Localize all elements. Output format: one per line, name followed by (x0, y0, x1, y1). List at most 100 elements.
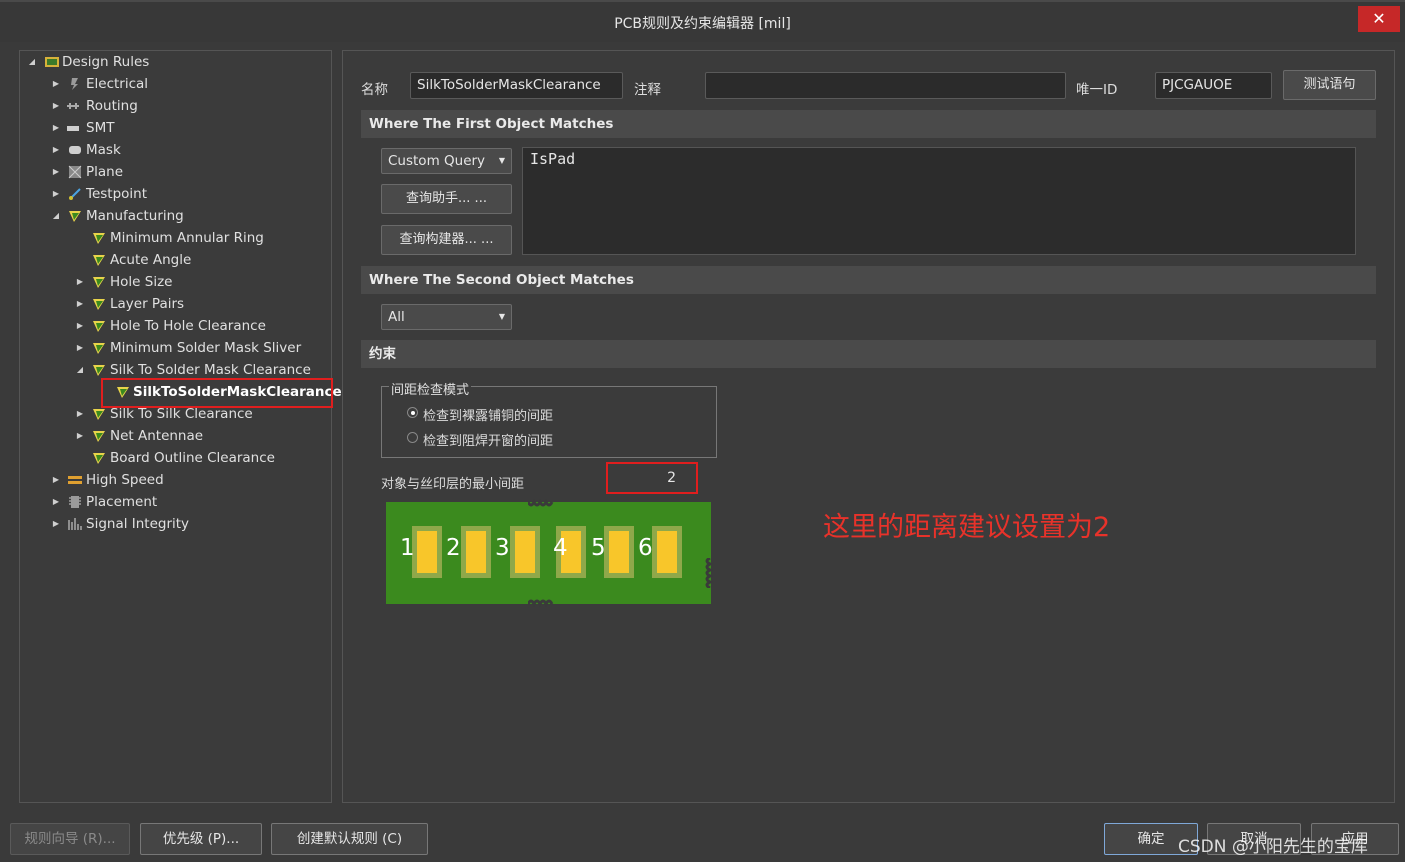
pcb-pad-illustration: 1 2 3 4 5 6 (386, 498, 714, 608)
routing-icon (67, 103, 79, 109)
testpoint-icon (69, 188, 81, 200)
pad-number: 6 (638, 535, 653, 561)
first-query-type-dropdown[interactable]: Custom Query ▼ (381, 148, 512, 174)
dropdown-value: All (388, 309, 405, 325)
manufacturing-rule-icon (93, 453, 105, 464)
expand-arrow-icon[interactable]: ▶ (51, 73, 61, 95)
board-notch-icon (528, 599, 554, 608)
signal-integrity-icon (68, 518, 82, 530)
plane-icon (68, 165, 82, 179)
unique-id-label: 唯一ID (1076, 82, 1118, 98)
pad-number: 5 (591, 535, 606, 561)
pad-number: 2 (446, 535, 461, 561)
expand-arrow-icon[interactable]: ▶ (75, 315, 85, 337)
collapse-arrow-icon[interactable]: ◢ (51, 205, 61, 227)
expand-arrow-icon[interactable]: ▶ (51, 95, 61, 117)
test-query-button[interactable]: 测试语句 (1283, 70, 1376, 100)
manufacturing-rule-icon (93, 343, 105, 354)
pad-number: 4 (553, 535, 568, 561)
tree-label: Routing (86, 98, 138, 114)
manufacturing-rule-icon (69, 211, 81, 222)
rule-wizard-button[interactable]: 规则向导 (R)... (10, 823, 130, 855)
window-title: PCB规则及约束编辑器 [mil] (614, 16, 791, 32)
tree-label: Manufacturing (86, 208, 184, 224)
placement-icon (69, 496, 81, 508)
smt-icon (67, 126, 79, 131)
priority-button[interactable]: 优先级 (P)... (140, 823, 262, 855)
comment-label: 注释 (634, 82, 661, 98)
design-rules-icon (45, 57, 59, 67)
pad (652, 526, 682, 578)
electrical-icon (71, 78, 78, 90)
expand-arrow-icon[interactable]: ▶ (75, 293, 85, 315)
query-helper-button[interactable]: 查询助手... ... (381, 184, 512, 214)
tree-label: Electrical (86, 76, 149, 92)
radio-solder-mask-opening[interactable] (407, 432, 418, 443)
query-text-area[interactable]: IsPad (522, 147, 1356, 255)
tree-label: SMT (86, 120, 115, 136)
manufacturing-rule-icon (93, 431, 105, 442)
constraints-header: 约束 (361, 340, 1376, 368)
min-clearance-input[interactable]: 2 (606, 462, 698, 494)
tree-label: Placement (86, 494, 158, 510)
pad (412, 526, 442, 578)
tree-label: High Speed (86, 472, 164, 488)
tree-label: Design Rules (62, 54, 150, 70)
second-query-type-dropdown[interactable]: All ▼ (381, 304, 512, 330)
tree-label: Signal Integrity (86, 516, 190, 532)
pad (604, 526, 634, 578)
tree-label: Mask (86, 142, 121, 158)
collapse-arrow-icon[interactable]: ◢ (75, 359, 85, 381)
rule-name-field[interactable]: SilkToSolderMaskClearance (410, 72, 623, 99)
pad (461, 526, 491, 578)
first-object-header: Where The First Object Matches (361, 110, 1376, 138)
radio-label-exposed-copper: 检查到裸露铺铜的间距 (423, 409, 554, 424)
tree-label: Hole To Hole Clearance (110, 318, 266, 334)
expand-arrow-icon[interactable]: ▶ (51, 491, 61, 513)
manufacturing-rule-icon (93, 321, 105, 332)
mask-icon (69, 146, 81, 154)
expand-arrow-icon[interactable]: ▶ (51, 139, 61, 161)
collapse-arrow-icon[interactable]: ◢ (27, 51, 37, 73)
query-builder-button[interactable]: 查询构建器... ... (381, 225, 512, 255)
expand-arrow-icon[interactable]: ▶ (75, 425, 85, 447)
chevron-down-icon: ▼ (498, 156, 505, 165)
expand-arrow-icon[interactable]: ▶ (51, 513, 61, 535)
group-title: 间距检查模式 (389, 379, 472, 398)
chevron-down-icon: ▼ (498, 312, 505, 321)
tree-label: Testpoint (86, 186, 148, 202)
manufacturing-rule-icon (93, 365, 105, 376)
comment-field[interactable] (705, 72, 1066, 99)
manufacturing-rule-icon (93, 409, 105, 420)
expand-arrow-icon[interactable]: ▶ (75, 271, 85, 293)
board-notch-icon (705, 558, 714, 588)
radio-label-solder-mask-opening: 检查到阻焊开窗的间距 (423, 434, 554, 449)
manufacturing-rule-icon (93, 233, 105, 244)
tree-label: Hole Size (110, 274, 173, 290)
dropdown-value: Custom Query (388, 153, 486, 169)
expand-arrow-icon[interactable]: ▶ (51, 183, 61, 205)
create-default-rules-button[interactable]: 创建默认规则 (C) (271, 823, 428, 855)
annotation-text: 这里的距离建议设置为2 (823, 512, 1111, 543)
close-button[interactable]: ✕ (1358, 6, 1400, 32)
manufacturing-rule-icon (93, 299, 105, 310)
expand-arrow-icon[interactable]: ▶ (51, 117, 61, 139)
expand-arrow-icon[interactable]: ▶ (51, 161, 61, 183)
expand-arrow-icon[interactable]: ▶ (75, 403, 85, 425)
pad-number: 1 (400, 535, 415, 561)
radio-exposed-copper[interactable] (407, 407, 418, 418)
manufacturing-rule-icon (93, 277, 105, 288)
watermark: CSDN @小阳先生的宝库 (1178, 837, 1368, 857)
tree-label: Minimum Solder Mask Sliver (110, 340, 302, 356)
pad (510, 526, 540, 578)
board-notch-icon (528, 498, 554, 507)
expand-arrow-icon[interactable]: ▶ (75, 337, 85, 359)
tree-label: Layer Pairs (110, 296, 185, 312)
unique-id-field[interactable]: PJCGAUOE (1155, 72, 1272, 99)
tree-label: Silk To Silk Clearance (110, 406, 253, 422)
min-clearance-label: 对象与丝印层的最小间距 (381, 477, 525, 492)
tree-label: Plane (86, 164, 124, 180)
tree-label: Minimum Annular Ring (110, 230, 264, 246)
high-speed-icon (68, 476, 82, 484)
expand-arrow-icon[interactable]: ▶ (51, 469, 61, 491)
